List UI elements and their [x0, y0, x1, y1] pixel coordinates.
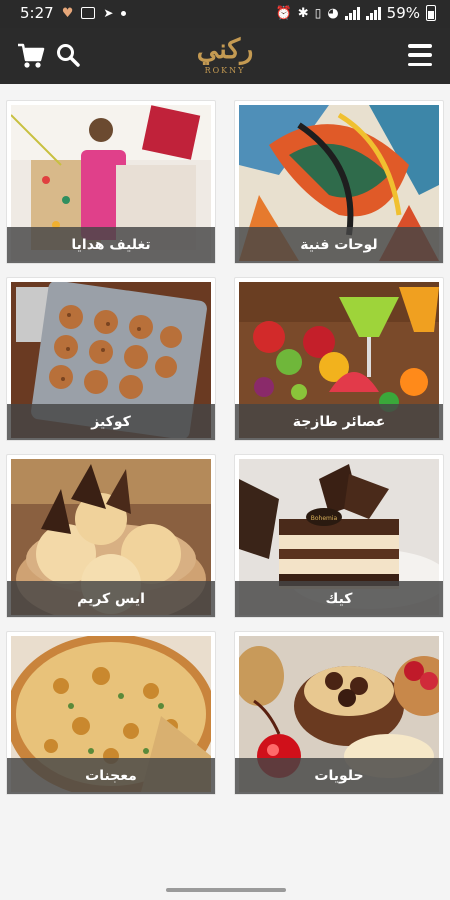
category-label: ايس كريم	[7, 581, 215, 617]
category-label: عصائر طازجة	[235, 404, 443, 440]
status-bar: 5:27 ♥ ➤ ⏰ ✱ ▯ ◕ 59%	[0, 0, 450, 28]
cart-icon	[18, 43, 45, 68]
menu-icon-line	[408, 62, 432, 66]
heart-icon: ♥	[61, 5, 74, 21]
svg-text:Bohemia: Bohemia	[311, 515, 338, 522]
dot-icon	[121, 10, 127, 16]
vibrate-icon: ▯	[314, 6, 322, 20]
alarm-icon: ⏰	[275, 5, 292, 21]
battery-percent: 59%	[386, 4, 420, 22]
navigation-bar	[0, 882, 450, 900]
app-logo[interactable]: ركني ROKNY	[170, 34, 280, 82]
logo-subtext: ROKNY	[204, 66, 246, 75]
status-time: 5:27	[20, 4, 54, 22]
category-card-cake[interactable]: Bohemia كيك	[234, 454, 444, 618]
category-label: لوحات فنية	[235, 227, 443, 263]
category-label: تغليف هدايا	[7, 227, 215, 263]
laptop-icon	[81, 7, 96, 19]
app-bar: ركني ROKNY	[0, 28, 450, 84]
category-card-sweets[interactable]: حلويات	[234, 631, 444, 795]
category-label: حلويات	[235, 758, 443, 794]
category-label: معجنات	[7, 758, 215, 794]
search-icon	[57, 44, 80, 67]
logo-text: ركني	[196, 34, 254, 65]
home-gesture-handle[interactable]	[166, 888, 286, 892]
telegram-icon: ➤	[103, 6, 114, 20]
category-card-paintings[interactable]: لوحات فنية	[234, 100, 444, 264]
category-card-cookies[interactable]: كوكيز	[6, 277, 216, 441]
signal-icon	[344, 6, 360, 20]
search-button[interactable]	[55, 42, 81, 68]
category-card-fresh-juices[interactable]: عصائر طازجة	[234, 277, 444, 441]
menu-icon-line	[408, 53, 432, 57]
category-card-ice-cream[interactable]: ايس كريم	[6, 454, 216, 618]
wifi-icon: ◕	[327, 5, 339, 21]
category-card-pastries[interactable]: معجنات	[6, 631, 216, 795]
menu-button[interactable]	[408, 44, 432, 66]
menu-icon	[408, 44, 432, 48]
category-label: كيك	[235, 581, 443, 617]
battery-icon	[426, 5, 436, 21]
category-card-gift-wrapping[interactable]: تغليف هدايا	[6, 100, 216, 264]
signal-icon	[365, 6, 381, 20]
category-label: كوكيز	[7, 404, 215, 440]
bluetooth-icon: ✱	[297, 5, 309, 21]
cart-button[interactable]	[16, 41, 46, 71]
